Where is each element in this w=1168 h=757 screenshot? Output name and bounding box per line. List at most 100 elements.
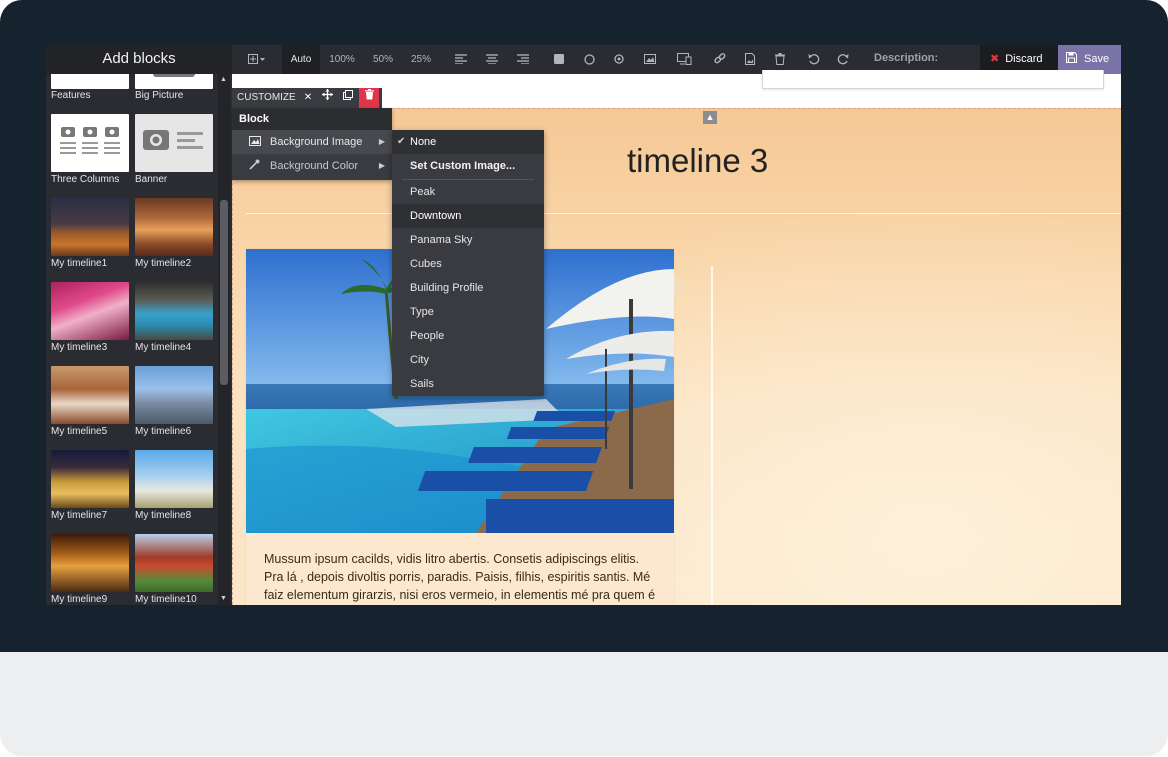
bg-option-downtown[interactable]: Downtown bbox=[392, 204, 544, 228]
zoom-100-button[interactable]: 100% bbox=[326, 45, 358, 74]
circle-shape-button[interactable] bbox=[578, 45, 600, 74]
arrows-icon bbox=[321, 89, 333, 100]
bg-option-city[interactable]: City bbox=[392, 348, 544, 372]
bg-option-label: Peak bbox=[410, 186, 436, 198]
block-label: My timeline10 bbox=[135, 594, 197, 605]
link-icon bbox=[714, 53, 726, 64]
block-thumb-timeline3[interactable] bbox=[51, 282, 129, 340]
floppy-disk-icon bbox=[1066, 52, 1077, 63]
block-thumb-timeline8[interactable] bbox=[135, 450, 213, 508]
block-thumb-big-picture[interactable] bbox=[135, 74, 213, 89]
bg-option-sails[interactable]: Sails bbox=[392, 372, 544, 396]
caret-right-icon: ▶ bbox=[378, 161, 385, 170]
bg-option-cubes[interactable]: Cubes bbox=[392, 252, 544, 276]
zoom-auto-button[interactable]: Auto bbox=[282, 45, 320, 74]
timeline-line bbox=[711, 266, 713, 605]
image-button[interactable] bbox=[639, 45, 661, 74]
zoom-25-button[interactable]: 25% bbox=[406, 45, 436, 74]
card-pointer bbox=[674, 274, 686, 298]
square-shape-button[interactable] bbox=[548, 45, 570, 74]
block-thumb-timeline6[interactable] bbox=[135, 366, 213, 424]
block-outline-left bbox=[232, 108, 233, 605]
responsive-button[interactable] bbox=[672, 45, 696, 74]
monitor-chin bbox=[0, 652, 1168, 756]
bg-option-people[interactable]: People bbox=[392, 324, 544, 348]
caret-right-icon: ▶ bbox=[378, 137, 385, 146]
page-title[interactable]: timeline 3 bbox=[627, 142, 768, 180]
divider bbox=[246, 213, 1121, 214]
zoom-auto-label: Auto bbox=[290, 54, 312, 65]
page-header-box bbox=[762, 70, 1104, 89]
close-icon: ✖ bbox=[990, 53, 1000, 65]
block-thumb-features[interactable] bbox=[51, 74, 129, 89]
close-icon[interactable]: ✕ bbox=[298, 88, 318, 108]
block-thumb-timeline9[interactable] bbox=[51, 534, 129, 592]
save-label: Save bbox=[1084, 53, 1110, 65]
move-icon[interactable] bbox=[317, 88, 337, 108]
trash-icon bbox=[364, 89, 374, 100]
card-text-line: faiz elementum girarzis, nisi eros verme… bbox=[264, 588, 656, 602]
banner-icon bbox=[143, 130, 203, 150]
description-input[interactable] bbox=[950, 49, 980, 69]
bg-option-peak[interactable]: Peak bbox=[392, 180, 544, 204]
background-color-menu-item[interactable]: Background Color ▶ bbox=[232, 154, 392, 178]
zoom-50-button[interactable]: 50% bbox=[368, 45, 398, 74]
bg-option-label: Panama Sky bbox=[410, 234, 473, 246]
discard-label: Discard bbox=[1005, 53, 1043, 65]
file-image-button[interactable] bbox=[739, 45, 761, 74]
block-options-menu: Block Background Image ▶ Background Colo… bbox=[232, 108, 392, 180]
block-thumb-timeline4[interactable] bbox=[135, 282, 213, 340]
bg-option-building-profile[interactable]: Building Profile bbox=[392, 276, 544, 300]
set-custom-image-option[interactable]: Set Custom Image... bbox=[392, 154, 544, 178]
clone-icon[interactable] bbox=[338, 88, 358, 108]
scroll-up-icon[interactable]: ▲ bbox=[220, 76, 227, 83]
block-thumb-three-columns[interactable] bbox=[51, 114, 129, 172]
bg-option-label: None bbox=[410, 136, 437, 148]
delete-block-button[interactable] bbox=[359, 88, 379, 108]
block-thumb-timeline2[interactable] bbox=[135, 198, 213, 256]
block-thumb-banner[interactable] bbox=[135, 114, 213, 172]
trash-icon bbox=[775, 53, 785, 66]
background-image-menu-item[interactable]: Background Image ▶ bbox=[232, 130, 392, 154]
bg-option-label: Set Custom Image... bbox=[410, 160, 516, 172]
block-thumb-timeline1[interactable] bbox=[51, 198, 129, 256]
sidebar-scrollbar-thumb[interactable] bbox=[220, 200, 228, 385]
bg-option-label: Downtown bbox=[410, 210, 462, 222]
bg-option-panama-sky[interactable]: Panama Sky bbox=[392, 228, 544, 252]
align-left-icon bbox=[455, 54, 467, 66]
layout-dropdown[interactable] bbox=[244, 45, 270, 74]
file-image-icon bbox=[745, 53, 755, 66]
customize-bar: CUSTOMIZE ✕ bbox=[232, 88, 382, 108]
scroll-down-icon[interactable]: ▼ bbox=[220, 595, 227, 602]
bg-option-type[interactable]: Type bbox=[392, 300, 544, 324]
block-label: My timeline1 bbox=[51, 258, 108, 269]
customize-button[interactable]: CUSTOMIZE bbox=[237, 88, 296, 108]
link-button[interactable] bbox=[709, 45, 731, 74]
align-left-button[interactable] bbox=[450, 45, 472, 74]
card-text-line: Pra lá , depois divoltis porris, paradis… bbox=[264, 570, 651, 584]
sun-icon bbox=[614, 54, 624, 65]
block-label: My timeline6 bbox=[135, 426, 192, 437]
block-thumb-timeline7[interactable] bbox=[51, 450, 129, 508]
move-up-icon[interactable]: ▲ bbox=[703, 111, 717, 124]
background-color-label: Background Color bbox=[270, 160, 359, 172]
bg-option-label: City bbox=[410, 354, 429, 366]
block-thumb-timeline5[interactable] bbox=[51, 366, 129, 424]
shadow-button[interactable] bbox=[608, 45, 630, 74]
block-label: My timeline3 bbox=[51, 342, 108, 353]
align-center-button[interactable] bbox=[481, 45, 503, 74]
timeline-card-text[interactable]: Mussum ipsum cacilds, vidis litro aberti… bbox=[264, 550, 664, 604]
bg-option-label: Cubes bbox=[410, 258, 442, 270]
background-image-label: Background Image bbox=[270, 136, 363, 148]
block-label: My timeline2 bbox=[135, 258, 192, 269]
image-icon bbox=[644, 54, 656, 65]
check-icon: ✔ bbox=[397, 136, 406, 147]
block-thumb-timeline10[interactable] bbox=[135, 534, 213, 592]
align-right-button[interactable] bbox=[512, 45, 534, 74]
image-icon bbox=[249, 130, 261, 154]
square-icon bbox=[554, 54, 564, 65]
block-label: My timeline7 bbox=[51, 510, 108, 521]
zoom-50-label: 50% bbox=[372, 54, 393, 65]
block-label: Features bbox=[51, 90, 91, 101]
bg-option-none[interactable]: ✔ None bbox=[392, 130, 544, 154]
